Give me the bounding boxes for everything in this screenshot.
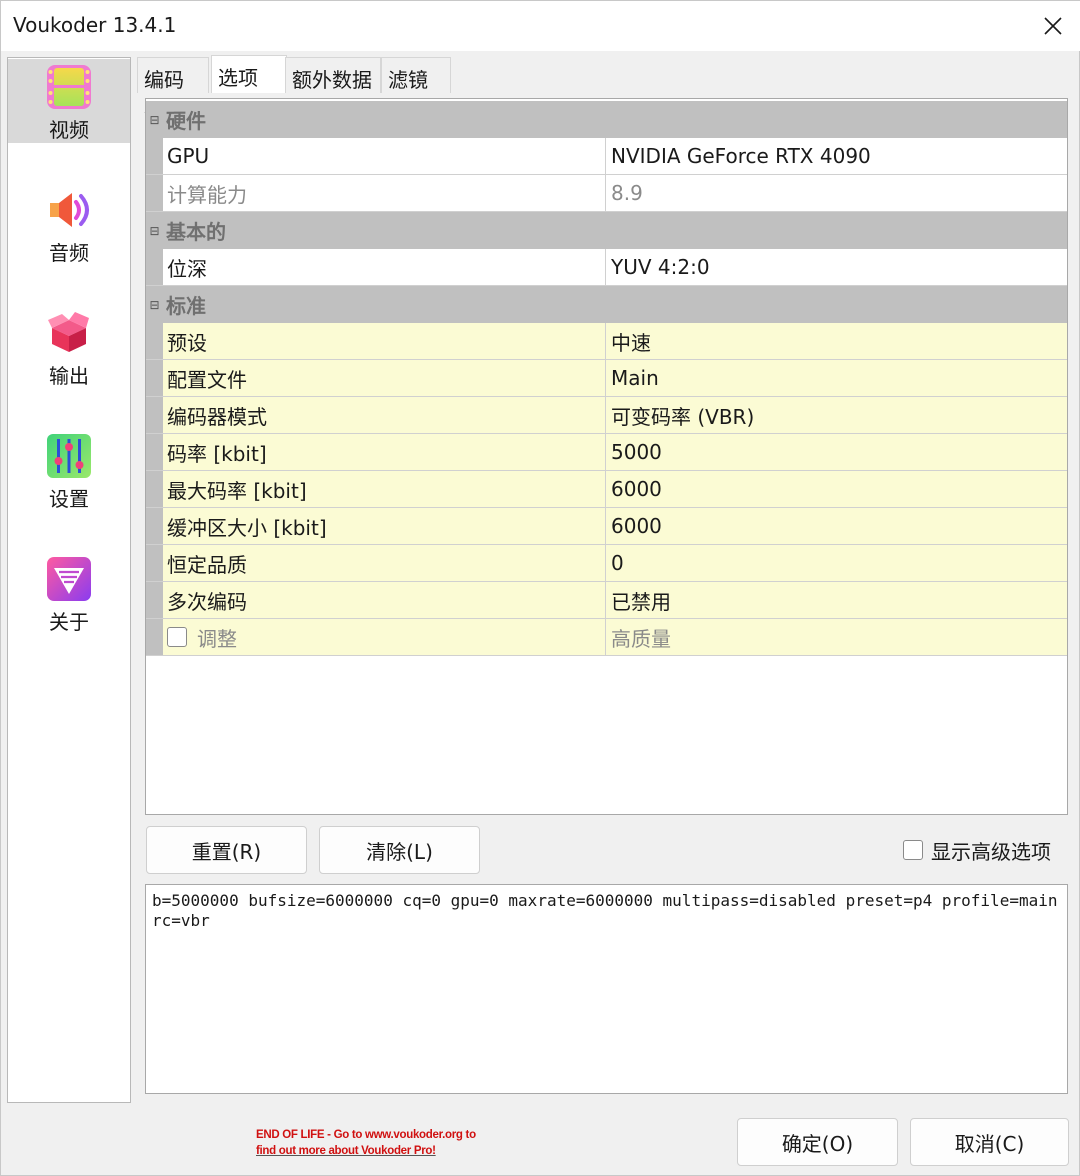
notice-line-2[interactable]: find out more about Voukoder Pro! [256,1143,486,1159]
property-name: 缓冲区大小 [kbit] [163,508,606,544]
category-basic[interactable]: ⊟ 基本的 [146,212,1067,249]
sidebar-item-label: 视频 [49,118,89,142]
property-name: 调整 [163,619,606,655]
box-output-icon [48,312,89,352]
property-name: 码率 [kbit] [163,434,606,470]
property-name: 多次编码 [163,582,606,618]
cancel-button[interactable]: 取消(C) [910,1118,1069,1166]
property-name: 配置文件 [163,360,606,396]
property-value: 8.9 [606,175,1067,211]
property-row-multipass[interactable]: 多次编码 已禁用 [146,582,1067,619]
property-value[interactable]: 可变码率 (VBR) [606,397,1067,433]
reset-button[interactable]: 重置(R) [146,826,307,874]
sidebar-item-about[interactable]: 关于 [8,551,130,635]
close-button[interactable] [1025,1,1080,51]
sidebar-item-output[interactable]: 输出 [8,305,130,389]
video-film-icon [47,65,91,109]
property-name: 恒定品质 [163,545,606,581]
property-value[interactable]: YUV 4:2:0 [606,249,1067,285]
sliders-icon [47,434,91,478]
category-hardware[interactable]: ⊟ 硬件 [146,101,1067,138]
title-bar: Voukoder 13.4.1 [1,1,1080,51]
property-row-profile[interactable]: 配置文件 Main [146,360,1067,397]
property-row-tune[interactable]: 调整 高质量 [146,619,1067,656]
close-icon [1044,17,1062,35]
sidebar-item-video[interactable]: 视频 [8,59,130,143]
sidebar-item-settings[interactable]: 设置 [8,428,130,512]
property-name: 预设 [163,323,606,359]
property-value[interactable]: 0 [606,545,1067,581]
property-row-max-bitrate[interactable]: 最大码率 [kbit] 6000 [146,471,1067,508]
property-row-buffer-size[interactable]: 缓冲区大小 [kbit] 6000 [146,508,1067,545]
property-row-bitrate[interactable]: 码率 [kbit] 5000 [146,434,1067,471]
tune-checkbox[interactable] [167,627,187,647]
clear-button[interactable]: 清除(L) [319,826,480,874]
category-label: 硬件 [166,109,206,133]
property-value[interactable]: 已禁用 [606,582,1067,618]
tab-options[interactable]: 选项 [211,55,287,93]
speaker-icon [50,193,89,227]
property-value[interactable]: 6000 [606,471,1067,507]
property-value: 高质量 [606,619,1067,655]
voukoder-dialog: Voukoder 13.4.1 视频 音频 输出 设置 关于 编码 选项 额外数… [0,0,1080,1176]
ok-button[interactable]: 确定(O) [737,1118,898,1166]
collapse-icon[interactable]: ⊟ [146,224,163,238]
show-advanced-checkbox[interactable] [903,840,923,860]
show-advanced-option[interactable]: 显示高级选项 [903,837,1051,864]
tab-encoder[interactable]: 编码器 [137,57,209,121]
tab-strip: 编码器 选项 额外数据 滤镜 [137,55,451,121]
property-row-rate-control[interactable]: 编码器模式 可变码率 (VBR) [146,397,1067,434]
sidebar-item-audio[interactable]: 音频 [8,182,130,266]
tab-filters[interactable]: 滤镜 [381,57,451,93]
property-grid: ⊟ 硬件 GPU NVIDIA GeForce RTX 4090 计算能力 8.… [145,98,1068,815]
property-value[interactable]: 5000 [606,434,1067,470]
voukoder-logo-icon [47,557,91,601]
sidebar-item-label: 输出 [49,364,89,388]
category-standard[interactable]: ⊟ 标准 [146,286,1067,323]
sidebar-item-label: 音频 [49,241,89,265]
property-row-gpu[interactable]: GPU NVIDIA GeForce RTX 4090 [146,138,1067,175]
parameter-preview[interactable]: b=5000000 bufsize=6000000 cq=0 gpu=0 max… [145,884,1068,1094]
property-value[interactable]: 6000 [606,508,1067,544]
property-name-label: 调整 [197,626,237,651]
property-value[interactable]: Main [606,360,1067,396]
category-label: 标准 [166,294,206,318]
property-row-preset[interactable]: 预设 中速 [146,323,1067,360]
property-name: 编码器模式 [163,397,606,433]
property-value[interactable]: 中速 [606,323,1067,359]
collapse-icon[interactable]: ⊟ [146,113,163,127]
sidebar-item-label: 关于 [49,610,89,634]
window-title: Voukoder 13.4.1 [13,13,177,37]
sidebar: 视频 音频 输出 设置 关于 [7,57,131,1103]
end-of-life-notice[interactable]: END OF LIFE - Go to www.voukoder.org to … [256,1127,486,1159]
property-row-compute-capability: 计算能力 8.9 [146,175,1067,212]
collapse-icon[interactable]: ⊟ [146,298,163,312]
show-advanced-label: 显示高级选项 [931,839,1051,864]
property-name: 最大码率 [kbit] [163,471,606,507]
property-value[interactable]: NVIDIA GeForce RTX 4090 [606,138,1067,174]
property-row-bit-depth[interactable]: 位深 YUV 4:2:0 [146,249,1067,286]
property-row-constant-quality[interactable]: 恒定品质 0 [146,545,1067,582]
category-label: 基本的 [166,220,226,244]
tab-side-data[interactable]: 额外数据 [285,57,381,93]
property-name: 计算能力 [163,175,606,211]
property-name: GPU [163,138,606,174]
notice-line-1: END OF LIFE - Go to www.voukoder.org to [256,1129,476,1141]
property-name: 位深 [163,249,606,285]
sidebar-item-label: 设置 [49,487,89,511]
